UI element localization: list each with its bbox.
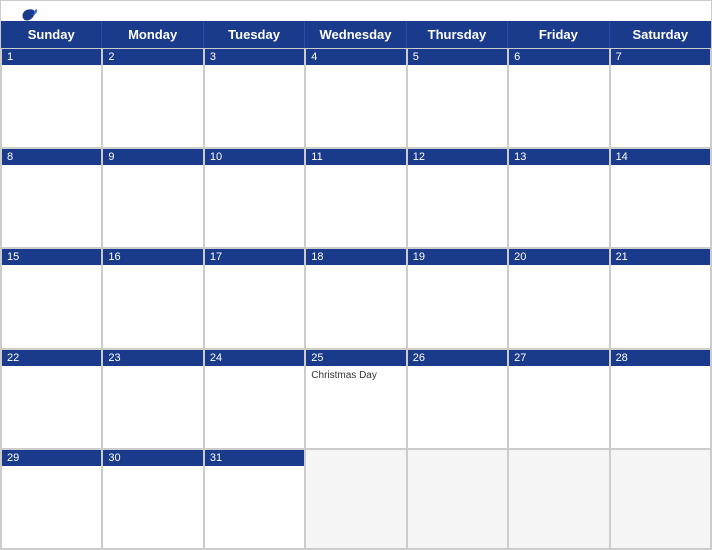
cell-date-number: 20: [509, 249, 608, 265]
calendar-cell: 17: [204, 248, 305, 348]
calendar-cell: 21: [610, 248, 711, 348]
calendar-cell: 25 Christmas Day: [305, 349, 406, 449]
calendar-cell: 24: [204, 349, 305, 449]
calendar-cell: 12: [407, 148, 508, 248]
calendar-cell: 13: [508, 148, 609, 248]
logo-bird-icon: [19, 7, 39, 27]
calendar-cell: 2: [102, 48, 203, 148]
cell-date-number: 5: [408, 49, 507, 65]
calendar-header: [1, 1, 711, 21]
calendar-cell: 31: [204, 449, 305, 549]
calendar-cell: [305, 449, 406, 549]
cell-date-number: 7: [611, 49, 710, 65]
calendar-cell: 19: [407, 248, 508, 348]
calendar-cell: 10: [204, 148, 305, 248]
calendar-cell: 8: [1, 148, 102, 248]
calendar-cell: 3: [204, 48, 305, 148]
cell-date-number: 18: [306, 249, 405, 265]
cell-date-number: 14: [611, 149, 710, 165]
calendar-cell: 22: [1, 349, 102, 449]
cell-date-number: 2: [103, 49, 202, 65]
cell-date-number: 10: [205, 149, 304, 165]
cell-date-number: 23: [103, 350, 202, 366]
calendar-cell: 15: [1, 248, 102, 348]
cell-date-number: 31: [205, 450, 304, 466]
day-header-friday: Friday: [508, 21, 609, 48]
cell-date-number: 21: [611, 249, 710, 265]
calendar-cell: 5: [407, 48, 508, 148]
cell-date-number: 29: [2, 450, 101, 466]
calendar-cell: 16: [102, 248, 203, 348]
cell-date-number: 6: [509, 49, 608, 65]
cell-date-number: 24: [205, 350, 304, 366]
calendar-cell: 11: [305, 148, 406, 248]
day-header-sunday: Sunday: [1, 21, 102, 48]
calendar-cell: 20: [508, 248, 609, 348]
cell-date-number: 26: [408, 350, 507, 366]
cell-date-number: 13: [509, 149, 608, 165]
calendar-cell: 14: [610, 148, 711, 248]
cell-date-number: 19: [408, 249, 507, 265]
calendar-cell: 26: [407, 349, 508, 449]
day-header-monday: Monday: [102, 21, 203, 48]
cell-date-number: 27: [509, 350, 608, 366]
calendar-cell: 1: [1, 48, 102, 148]
calendar-cell: 6: [508, 48, 609, 148]
cell-date-number: 17: [205, 249, 304, 265]
day-header-saturday: Saturday: [610, 21, 711, 48]
day-header-tuesday: Tuesday: [204, 21, 305, 48]
day-header-wednesday: Wednesday: [305, 21, 406, 48]
calendar-cell: 23: [102, 349, 203, 449]
cell-date-number: 15: [2, 249, 101, 265]
cell-date-number: 28: [611, 350, 710, 366]
cell-date-number: 12: [408, 149, 507, 165]
cell-date-number: 9: [103, 149, 202, 165]
cell-event: Christmas Day: [311, 370, 400, 381]
calendar-cell: 7: [610, 48, 711, 148]
cell-date-number: 4: [306, 49, 405, 65]
calendar-cell: 27: [508, 349, 609, 449]
calendar-cell: 30: [102, 449, 203, 549]
cell-date-number: 11: [306, 149, 405, 165]
cell-date-number: 8: [2, 149, 101, 165]
cell-date-number: 1: [2, 49, 101, 65]
cell-date-number: 16: [103, 249, 202, 265]
calendar-grid: 1234567891011121314151617181920212223242…: [1, 48, 711, 549]
day-headers: Sunday Monday Tuesday Wednesday Thursday…: [1, 21, 711, 48]
calendar-cell: 18: [305, 248, 406, 348]
calendar-cell: [407, 449, 508, 549]
cell-date-number: 25: [306, 350, 405, 366]
calendar-cell: 9: [102, 148, 203, 248]
calendar-cell: [610, 449, 711, 549]
calendar-cell: [508, 449, 609, 549]
calendar-cell: 28: [610, 349, 711, 449]
day-header-thursday: Thursday: [407, 21, 508, 48]
calendar-container: Sunday Monday Tuesday Wednesday Thursday…: [0, 0, 712, 550]
cell-date-number: 22: [2, 350, 101, 366]
calendar-cell: 29: [1, 449, 102, 549]
cell-date-number: 3: [205, 49, 304, 65]
cell-date-number: 30: [103, 450, 202, 466]
calendar-cell: 4: [305, 48, 406, 148]
